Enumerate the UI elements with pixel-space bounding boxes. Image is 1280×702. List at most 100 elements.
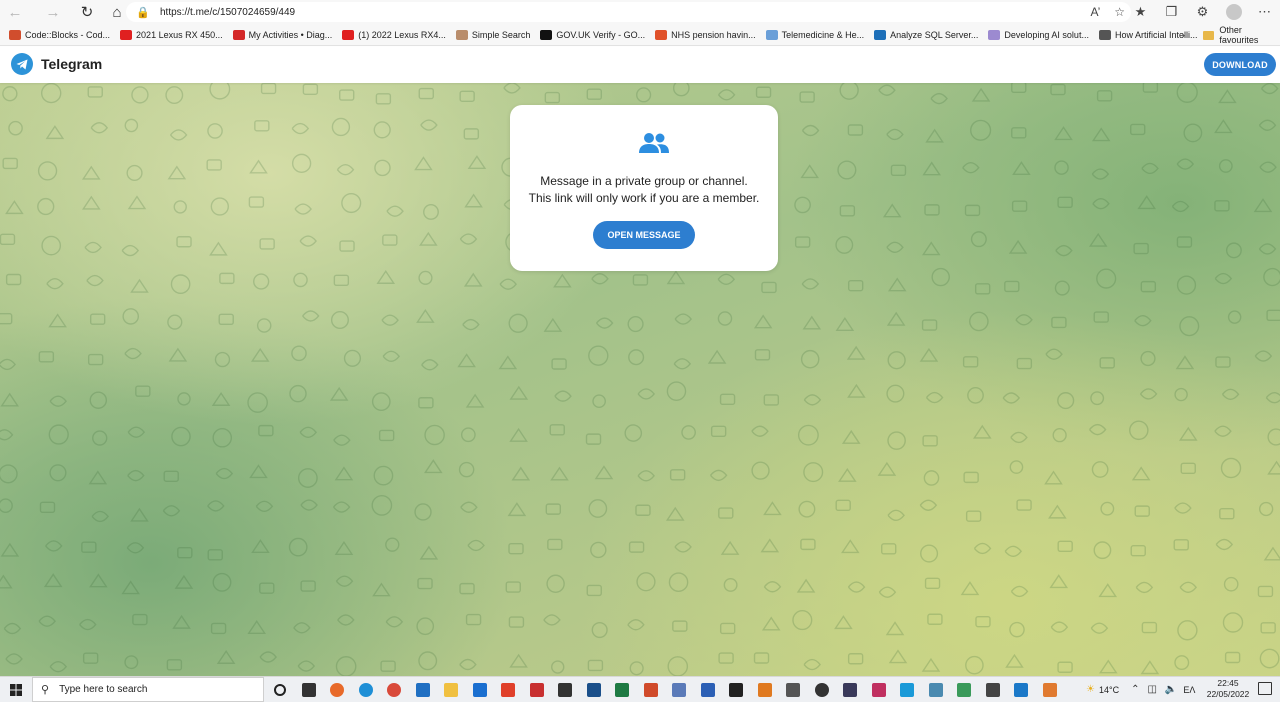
mail-icon[interactable] — [466, 677, 495, 702]
other-favourites-label: Other favourites — [1219, 25, 1259, 45]
clock[interactable]: 22:45 22/05/2022 — [1204, 678, 1252, 700]
clock-date: 22/05/2022 — [1206, 689, 1250, 699]
back-icon[interactable]: ← — [0, 0, 30, 24]
search-placeholder: Type here to search — [59, 684, 148, 695]
app-blue-box-icon[interactable] — [580, 677, 609, 702]
app-circle-icon[interactable] — [808, 677, 837, 702]
bookmark-label: GOV.UK Verify - GO... — [556, 29, 646, 40]
app-obs-icon[interactable] — [836, 677, 865, 702]
cortana-icon[interactable] — [266, 677, 295, 702]
message-text-line2: This link will only work if you are a me… — [528, 191, 760, 205]
bookmark-favicon-icon — [1098, 29, 1111, 40]
telegram-header: Telegram DOWNLOAD — [0, 47, 1280, 83]
bookmark-item[interactable]: Developing AI solut... — [988, 29, 1089, 40]
bookmark-label: NHS pension havin... — [671, 29, 756, 40]
app-green-icon[interactable] — [950, 677, 979, 702]
bookmark-item[interactable]: Code::Blocks - Cod... — [9, 29, 110, 40]
chevron-up-icon[interactable]: ⌃ — [1131, 684, 1139, 695]
bookmark-item[interactable]: My Activities • Diag... — [232, 29, 333, 40]
bookmark-favicon-icon — [342, 29, 355, 40]
powerpoint-icon[interactable] — [637, 677, 666, 702]
message-text-line1: Message in a private group or channel. — [540, 174, 748, 188]
bookmark-item[interactable]: 2021 Lexus RX 450... — [120, 29, 223, 40]
url-text: https://t.me/c/1507024659/449 — [160, 6, 296, 18]
address-bar[interactable]: 🔒 https://t.me/c/1507024659/449 A’ ☆ — [126, 2, 1131, 22]
bookmark-favicon-icon — [988, 29, 1001, 40]
clock-time: 22:45 — [1217, 678, 1239, 688]
language-indicator[interactable]: EΛ — [1183, 685, 1195, 695]
calculator-icon[interactable] — [665, 677, 694, 702]
network-icon[interactable]: ◫ — [1147, 684, 1156, 695]
app-dark-icon[interactable] — [551, 677, 580, 702]
extensions-icon[interactable]: ⚙ — [1187, 4, 1218, 20]
store-icon[interactable] — [409, 677, 438, 702]
vscode-icon[interactable] — [1007, 677, 1036, 702]
app-red-icon[interactable] — [523, 677, 552, 702]
refresh-icon[interactable]: ↻ — [72, 0, 102, 24]
add-favorite-icon[interactable]: ☆ — [1114, 5, 1125, 19]
other-favourites-folder[interactable]: Other favourites — [1203, 24, 1280, 46]
app-orange-icon[interactable] — [1036, 677, 1065, 702]
bookmark-favicon-icon — [655, 29, 668, 40]
bookmark-favicon-icon — [232, 29, 245, 40]
more-icon[interactable]: ⋯ — [1249, 4, 1280, 20]
profile-icon[interactable] — [1218, 4, 1249, 20]
task-view-icon[interactable] — [295, 677, 324, 702]
office-icon[interactable] — [494, 677, 523, 702]
app-monitor-icon[interactable] — [979, 677, 1008, 702]
download-button[interactable]: DOWNLOAD — [1204, 53, 1276, 76]
taskbar-apps — [266, 677, 1064, 702]
bookmark-item[interactable]: Simple Search — [455, 29, 530, 40]
windows-start-icon[interactable] — [0, 677, 32, 702]
firefox-icon[interactable] — [323, 677, 352, 702]
bookmark-label: Telemedicine & He... — [781, 29, 865, 40]
temperature[interactable]: 14°C — [1099, 685, 1119, 695]
private-message-card: Message in a private group or channel. T… — [510, 105, 778, 271]
bookmarks-bar: Code::Blocks - Cod... 2021 Lexus RX 450..… — [0, 24, 1280, 46]
bookmarks-overflow-icon[interactable]: › — [1181, 24, 1185, 46]
bookmark-favicon-icon — [540, 29, 553, 40]
excel-icon[interactable] — [608, 677, 637, 702]
browser-toolbar: ← → ↻ ⌂ 🔒 https://t.me/c/1507024659/449 … — [0, 0, 1280, 24]
folder-icon — [1203, 30, 1215, 40]
app-k-icon[interactable] — [722, 677, 751, 702]
search-icon: ⚲ — [41, 684, 50, 696]
sublime-icon[interactable] — [751, 677, 780, 702]
open-message-button[interactable]: OPEN MESSAGE — [593, 221, 695, 249]
bookmark-item[interactable]: (1) 2022 Lexus RX4... — [342, 29, 446, 40]
volume-icon[interactable]: 🔈 — [1165, 684, 1177, 695]
read-aloud-icon[interactable]: A’ — [1090, 5, 1100, 19]
bookmark-favicon-icon — [765, 29, 778, 40]
bookmark-favicon-icon — [455, 29, 468, 40]
bookmark-label: My Activities • Diag... — [248, 29, 333, 40]
file-explorer-icon[interactable] — [437, 677, 466, 702]
app-gray-icon[interactable] — [779, 677, 808, 702]
app-star-icon[interactable] — [865, 677, 894, 702]
telegram-logo-icon[interactable] — [11, 53, 33, 75]
app-teal-icon[interactable] — [922, 677, 951, 702]
bookmark-label: 2021 Lexus RX 450... — [136, 29, 223, 40]
skype-icon[interactable] — [893, 677, 922, 702]
bookmark-item[interactable]: GOV.UK Verify - GO... — [540, 29, 646, 40]
system-tray: ☀ 14°C ⌃ ◫ 🔈 EΛ — [1082, 677, 1195, 702]
group-icon — [639, 133, 669, 153]
bookmark-item[interactable]: NHS pension havin... — [655, 29, 756, 40]
taskbar-search-input[interactable]: ⚲ Type here to search — [32, 677, 264, 702]
forward-icon[interactable]: → — [38, 0, 68, 24]
collections-icon[interactable]: ❐ — [1156, 4, 1187, 20]
telegram-brand[interactable]: Telegram — [41, 56, 102, 72]
word-icon[interactable] — [694, 677, 723, 702]
chrome-icon[interactable] — [380, 677, 409, 702]
weather-icon[interactable]: ☀ — [1086, 684, 1095, 695]
bookmark-favicon-icon — [874, 29, 887, 40]
taskbar: ⚲ Type here to search ☀ 14°C ⌃ ◫ 🔈 EΛ 22… — [0, 676, 1280, 702]
bookmark-item[interactable]: Analyze SQL Server... — [874, 29, 979, 40]
bookmark-item[interactable]: Telemedicine & He... — [765, 29, 865, 40]
bookmark-label: Analyze SQL Server... — [890, 29, 979, 40]
favorites-icon[interactable]: ★ — [1125, 4, 1156, 20]
bookmark-label: How Artificial Intelli... — [1114, 29, 1198, 40]
bookmark-favicon-icon — [120, 29, 133, 40]
bookmark-label: (1) 2022 Lexus RX4... — [358, 29, 446, 40]
notification-icon[interactable] — [1258, 682, 1272, 695]
edge-icon[interactable] — [352, 677, 381, 702]
